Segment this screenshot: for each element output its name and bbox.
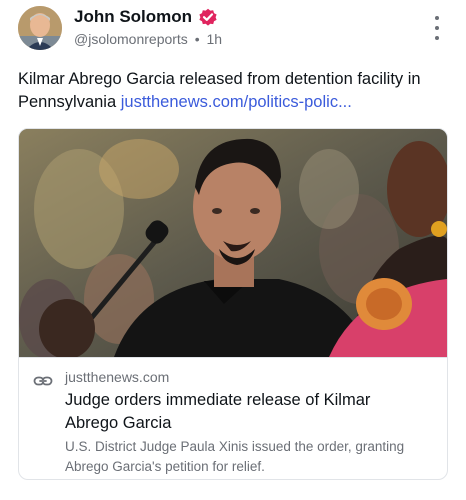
meta-separator: • [194,31,200,47]
post-timestamp[interactable]: 1h [207,31,223,47]
more-vertical-icon [435,16,439,20]
post-link[interactable]: justthenews.com/politics-polic... [121,93,352,111]
post-text: Kilmar Abrego Garcia released from deten… [18,68,448,114]
link-preview-card[interactable]: justthenews.com Judge orders immediate r… [18,128,448,480]
card-domain: justthenews.com [65,369,170,385]
author-handle[interactable]: @jsolomonreports [74,31,188,47]
card-description: U.S. District Judge Paula Xinis issued t… [65,439,405,474]
author-meta: @jsolomonreports • 1h [74,31,222,47]
link-preview-details: justthenews.com Judge orders immediate r… [19,357,447,479]
more-dot [435,26,439,30]
more-options-button[interactable] [432,16,442,40]
author-display-name[interactable]: John Solomon [74,7,192,27]
link-icon [33,371,53,391]
social-post: John Solomon @jsolomonreports • 1h Kilma… [0,0,466,500]
avatar-photo-icon [18,6,62,50]
news-photo [19,129,447,357]
card-title: Judge orders immediate release of Kilmar… [65,391,371,432]
author-name-row: John Solomon [74,7,218,27]
avatar[interactable] [18,6,62,50]
more-dot [435,36,439,40]
verified-badge-icon [198,7,218,27]
